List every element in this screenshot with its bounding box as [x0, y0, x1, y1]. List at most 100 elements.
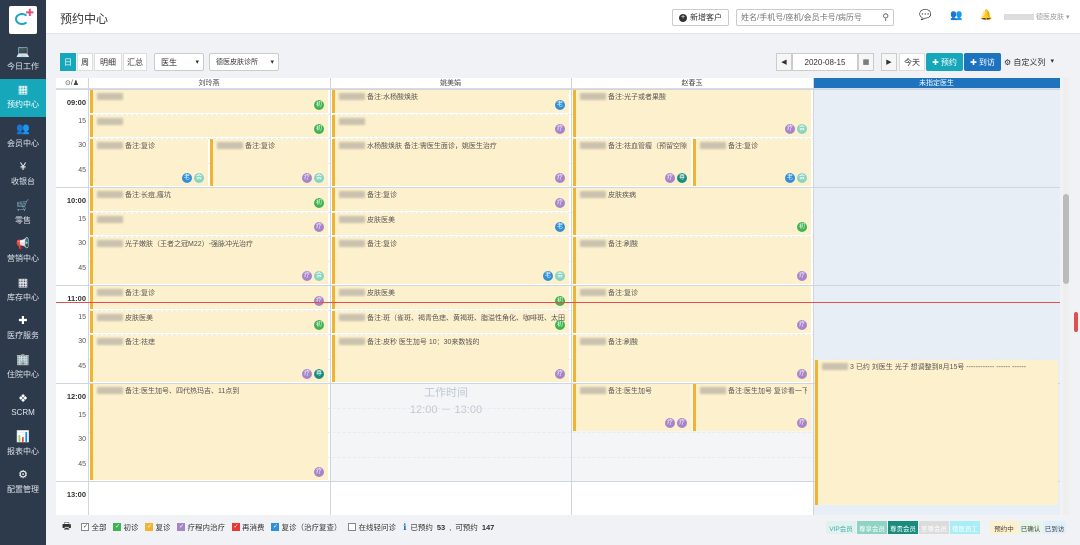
- appointment-note: 3 已约 刘医生 光子 想调整到8月15号 ------------ -----…: [850, 363, 1027, 371]
- filter-again-checkbox[interactable]: ✓ 再消费: [231, 522, 264, 533]
- appointment-note: 备注:复诊: [728, 143, 758, 150]
- filter-review-checkbox[interactable]: ✓ 复诊（治疗复查）: [271, 522, 341, 533]
- today-button[interactable]: 今天: [899, 53, 925, 71]
- search-input[interactable]: [737, 10, 875, 25]
- next-date-button[interactable]: ▶: [881, 53, 897, 71]
- scrollbar[interactable]: [1063, 78, 1069, 515]
- clinic-select[interactable]: 德医皮肤诊所 ▾: [209, 53, 279, 71]
- sidebar-item-8[interactable]: 🏢 住院中心: [0, 348, 46, 387]
- time-label: 45: [78, 166, 86, 174]
- status-badge: 尊: [314, 369, 324, 379]
- prev-date-button[interactable]: ◀: [776, 53, 792, 71]
- appointment-note: 备注:水杨酸焕肤: [367, 94, 418, 101]
- appointment-card[interactable]: 备注:祛痣疗尊: [90, 335, 328, 382]
- appointment-card[interactable]: 备注:复诊老会: [332, 237, 569, 284]
- sidebar-item-10[interactable]: 📊 报表中心: [0, 425, 46, 464]
- print-icon[interactable]: 🖶: [62, 519, 71, 536]
- visit-button[interactable]: ✚ 到访: [964, 53, 1001, 71]
- bell-icon[interactable]: 🔔: [980, 10, 992, 21]
- appointment-card[interactable]: 备注:复诊疗: [573, 286, 811, 333]
- appointment-card[interactable]: 备注:复诊疗会: [210, 139, 328, 186]
- appointment-card[interactable]: 备注:医生加号、四代热玛吉、11点到疗: [90, 384, 328, 480]
- user-menu[interactable]: 德医皮肤 ▾: [1004, 12, 1069, 22]
- status-badge: 老: [182, 173, 192, 183]
- filter-online-checkbox[interactable]: 在线轻问诊: [348, 522, 396, 533]
- appointment-card[interactable]: 备注:复诊老会: [90, 139, 208, 186]
- appointment-card[interactable]: 皮肤医美初: [90, 310, 328, 333]
- appointment-card[interactable]: 皮肤医美老: [332, 212, 569, 235]
- patient-name-blurred: [97, 313, 123, 321]
- patient-name-blurred: [97, 338, 123, 345]
- appointment-card[interactable]: 水杨酸焕肤 备注:需医生面诊，姚医生治疗疗: [332, 139, 569, 186]
- yen-icon: ¥: [19, 161, 27, 174]
- sidebar-item-9[interactable]: ❖ SCRM: [0, 387, 46, 426]
- search-icon[interactable]: ⚲: [882, 12, 889, 23]
- team-icon[interactable]: 👥: [950, 10, 962, 21]
- appointment-card[interactable]: 备注:复诊疗: [332, 188, 569, 211]
- wechat-icon[interactable]: 💬: [919, 10, 931, 21]
- sidebar-item-0[interactable]: 💻 今日工作: [0, 40, 46, 79]
- sidebar-item-6[interactable]: ▦ 库存中心: [0, 271, 46, 310]
- sidebar-item-2[interactable]: 👥 会员中心: [0, 117, 46, 156]
- appointment-card[interactable]: 备注:复诊疗: [90, 286, 328, 309]
- filter-treat-checkbox[interactable]: ✓ 疗程内治疗: [177, 522, 225, 533]
- appointment-card[interactable]: 备注:医生加号 复诊看一下疗: [693, 384, 811, 431]
- view-day-tab[interactable]: 日: [60, 53, 76, 71]
- status-badge: 疗: [555, 173, 565, 183]
- appointment-card[interactable]: 备注:皮秒 医生加号 10：30来数钱的疗: [332, 335, 569, 382]
- current-time-line: [56, 302, 1060, 303]
- appointment-card[interactable]: 初: [90, 90, 328, 113]
- appointment-card[interactable]: 备注:祛血管瘤（预留空隙） 疗尊: [573, 139, 691, 186]
- new-customer-button[interactable]: + 新增客户: [672, 9, 729, 26]
- status-badge: 疗: [302, 271, 312, 281]
- calendar-icon[interactable]: ▦: [858, 53, 874, 71]
- laptop-icon: 💻: [16, 45, 30, 58]
- patient-name-blurred: [97, 240, 123, 247]
- appointment-card[interactable]: 备注:斑（雀斑、褐青色痣、黄褐斑、脂溢性角化、咖啡斑、太田痣）初: [332, 310, 569, 333]
- grid-icon: ▦: [17, 276, 29, 289]
- view-week-tab[interactable]: 周: [77, 53, 93, 71]
- sidebar-item-11[interactable]: ⚙ 配置管理: [0, 464, 46, 503]
- appointment-card[interactable]: 备注:水杨酸焕肤老: [332, 90, 569, 113]
- appointment-card[interactable]: 疗: [332, 114, 569, 137]
- patient-name-blurred: [339, 142, 365, 149]
- sidebar-item-5[interactable]: 📢 营销中心: [0, 233, 46, 272]
- sidebar-item-3[interactable]: ¥ 收银台: [0, 156, 46, 195]
- appointment-card[interactable]: 备注:刷酸疗: [573, 237, 811, 284]
- view-detail-tab[interactable]: 明细: [94, 53, 122, 71]
- sidebar-item-1[interactable]: ▦ 预约中心: [0, 78, 46, 117]
- schedule-grid: ⊙/♟ 刘玲燕 姚美娟 赵春玉 未指定医生 工作时间 12:00 － 13:00 09:00…: [56, 78, 1060, 515]
- view-summary-tab[interactable]: 汇总: [123, 53, 147, 71]
- time-label: 30: [78, 338, 86, 345]
- status-badge: 疗: [797, 271, 807, 281]
- scroll-thumb[interactable]: [1063, 194, 1069, 284]
- appointment-card[interactable]: 备注:医生加号疗疗: [573, 384, 691, 431]
- appointment-note: 备注:复诊: [125, 290, 155, 297]
- patient-name-blurred: [580, 142, 606, 149]
- appointment-card[interactable]: 皮肤医美初: [332, 286, 569, 309]
- filter-all-checkbox[interactable]: ✓ 全部: [81, 522, 106, 533]
- date-input[interactable]: 2020-08-15: [792, 53, 858, 71]
- filter-return-checkbox[interactable]: ✓ 复诊: [145, 522, 170, 533]
- chart-icon: 📊: [16, 430, 30, 443]
- appointment-card[interactable]: 初: [90, 114, 328, 137]
- search-box: ⚲: [736, 9, 894, 26]
- appointment-note: 备注:长痘,瘙坑: [125, 192, 171, 199]
- custom-columns-button[interactable]: ⚙ 自定义列 ▾: [1002, 53, 1058, 71]
- work-time-title: 工作时间: [424, 387, 468, 399]
- role-select[interactable]: 医生 ▾: [154, 53, 204, 71]
- filter-first-checkbox[interactable]: ✓ 初诊: [113, 522, 138, 533]
- appointment-card[interactable]: 皮肤疾病初: [573, 188, 811, 235]
- appointment-card[interactable]: 备注:长痘,瘙坑初: [90, 188, 328, 211]
- appointment-card[interactable]: 备注:光子或者果酸疗会: [573, 90, 811, 137]
- status-badge: 疗: [797, 320, 807, 330]
- book-button[interactable]: ✚ 预约: [926, 53, 963, 71]
- appointment-card[interactable]: 疗: [90, 212, 328, 235]
- appointment-card[interactable]: 备注:刷酸疗: [573, 335, 811, 382]
- appointment-card[interactable]: 3 已约 刘医生 光子 想调整到8月15号 ------------ -----…: [815, 359, 1058, 505]
- status-badge: 疗: [302, 173, 312, 183]
- sidebar-item-7[interactable]: ✚ 医疗服务: [0, 310, 46, 349]
- sidebar-item-4[interactable]: 🛒 零售: [0, 194, 46, 233]
- appointment-card[interactable]: 备注:复诊老会: [693, 139, 811, 186]
- appointment-card[interactable]: 光子嫩肤（王者之冠M22）-强脉冲光治疗疗会: [90, 237, 328, 284]
